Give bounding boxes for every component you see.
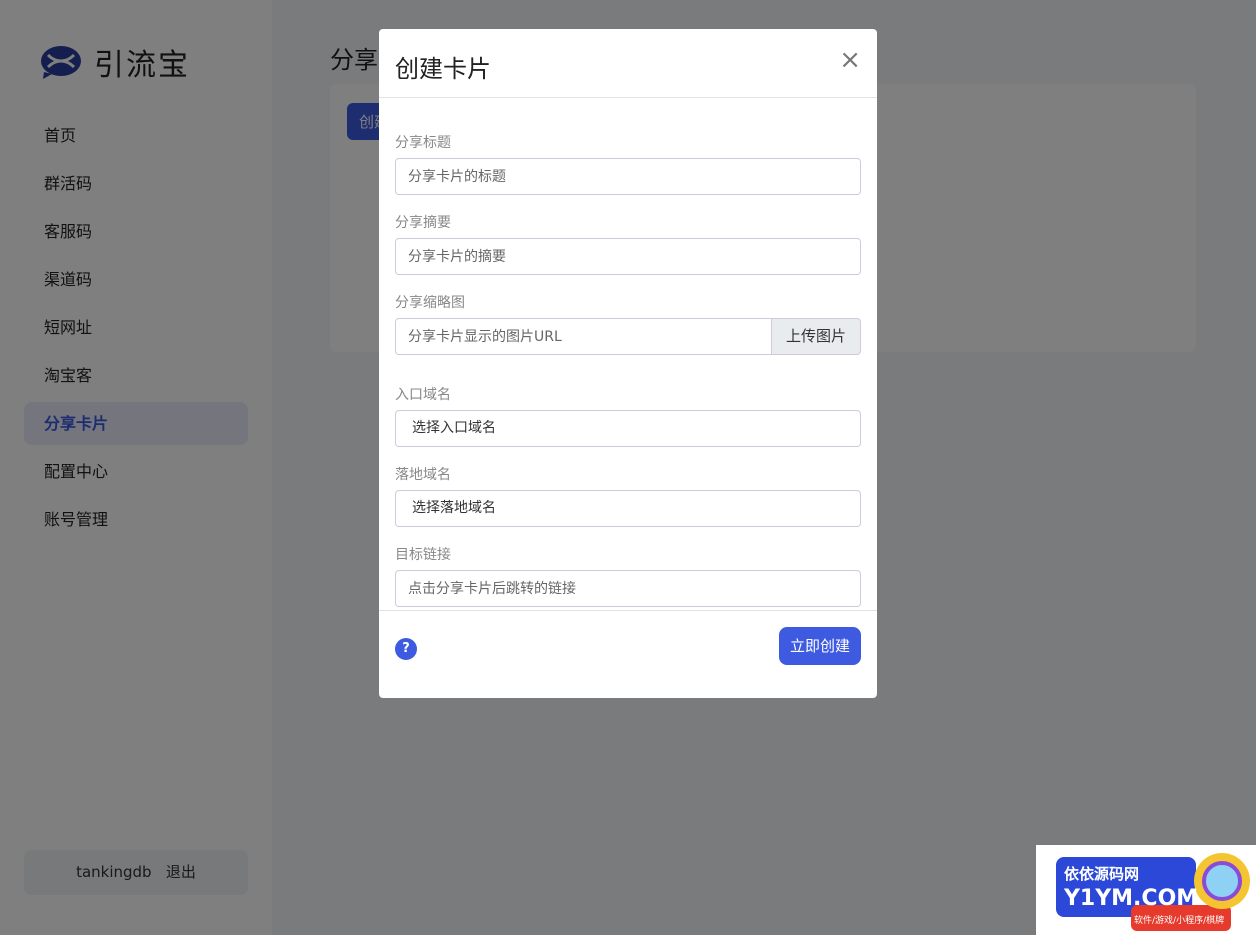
modal-header: 创建卡片 ×: [379, 29, 877, 98]
watermark-logo: 依依源码网 Y1YM.COM 软件/游戏/小程序/棋牌: [1036, 845, 1256, 935]
landing-domain-select[interactable]: 选择落地域名: [395, 490, 861, 527]
summary-label: 分享摘要: [395, 215, 451, 231]
modal-footer: ? 立即创建: [379, 610, 877, 698]
thumbnail-url-input[interactable]: [395, 318, 772, 355]
watermark-image: 依依源码网 Y1YM.COM 软件/游戏/小程序/棋牌: [1056, 853, 1250, 931]
upload-image-button[interactable]: 上传图片: [772, 318, 861, 355]
target-link-label: 目标链接: [395, 547, 451, 563]
close-icon[interactable]: ×: [839, 45, 861, 75]
entry-domain-select[interactable]: 选择入口域名: [395, 410, 861, 447]
thumbnail-label: 分享缩略图: [395, 295, 465, 311]
svg-text:软件/游戏/小程序/棋牌: 软件/游戏/小程序/棋牌: [1134, 914, 1224, 926]
landing-domain-label: 落地域名: [395, 467, 451, 483]
entry-domain-label: 入口域名: [395, 387, 451, 403]
help-icon[interactable]: ?: [395, 638, 417, 660]
create-now-button[interactable]: 立即创建: [778, 627, 861, 665]
svg-text:依依源码网: 依依源码网: [1064, 865, 1139, 883]
svg-text:Y1YM.COM: Y1YM.COM: [1063, 886, 1198, 911]
modal-body: 分享标题 分享摘要 分享缩略图 上传图片 入口域名 选择入口域名 落地域名 选择…: [379, 98, 877, 607]
modal-title: 创建卡片: [395, 55, 491, 83]
thumbnail-group: 上传图片: [395, 318, 861, 355]
create-card-modal: 创建卡片 × 分享标题 分享摘要 分享缩略图 上传图片 入口域名 选择入口域名 …: [379, 29, 877, 698]
target-link-input[interactable]: [395, 570, 861, 607]
summary-input[interactable]: [395, 238, 861, 275]
title-input[interactable]: [395, 158, 861, 195]
title-label: 分享标题: [395, 135, 451, 151]
